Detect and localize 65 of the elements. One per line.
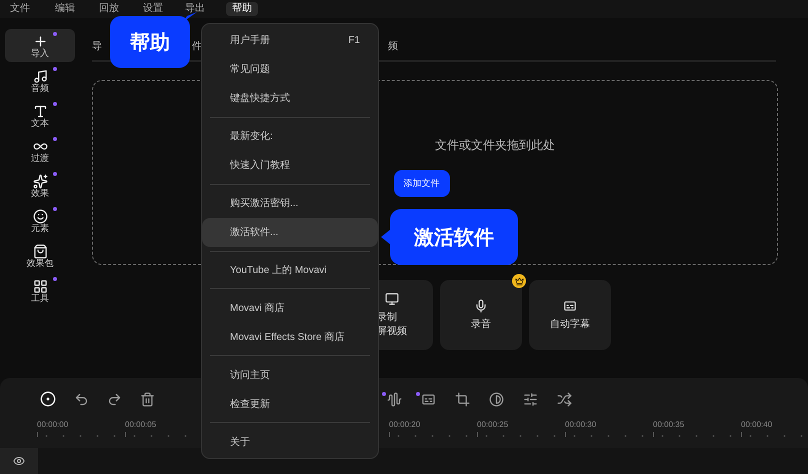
sidebar-label: 工具 [31,294,49,302]
time-label: 00:00:35 [653,420,686,429]
add-files-button[interactable]: 添加文件 [394,170,450,197]
sidebar-item[interactable]: 元素 [5,204,75,237]
action-card[interactable]: 自动字幕 [529,280,611,350]
sidebar-label: 效果 [31,188,49,198]
menu-option[interactable]: 访问主页 [202,360,378,390]
menu-option[interactable]: 关于 [202,427,378,456]
sidebar-label: 文本 [31,118,49,128]
callout-pointer [183,12,197,22]
sidebar-label: 音频 [31,84,49,92]
menu-option[interactable]: 检查更新 [202,389,378,418]
menu-option[interactable]: 键盘快捷方式 [202,84,378,113]
menu-item[interactable]: 文件 [4,2,36,16]
sparkle-icon [32,174,48,188]
time-label: 00:00:00 [37,420,70,429]
time-label: 00:00:30 [565,420,598,429]
record-icon[interactable] [38,389,58,409]
sidebar-label: 过渡 [31,154,49,162]
time-label: 00:00:40 [741,420,774,429]
menu-option[interactable]: 购买激活密钥... [202,188,378,218]
sidebar-item[interactable]: 过渡 [5,134,75,167]
sidebar-item[interactable]: 导入 [5,29,75,62]
menu-option[interactable]: 激活软件... [202,218,378,246]
tab[interactable]: 导 [92,39,102,53]
menu-option[interactable]: 最新变化: [202,122,378,151]
menu-item[interactable]: 编辑 [49,2,81,16]
callout-label: 帮助 [110,16,190,68]
sidebar-item[interactable]: 效果 [5,169,75,202]
bag-icon [32,244,48,258]
time-label: 00:00:25 [477,420,510,429]
crown-badge-icon [512,274,526,288]
sidebar-item[interactable]: 工具 [5,274,75,307]
menu-item[interactable]: 设置 [137,2,169,16]
menu-option[interactable]: 快速入门教程 [202,150,378,180]
grid-icon [32,278,48,294]
action-card[interactable]: 录音 [440,280,522,350]
plus-icon [32,34,48,48]
time-label: 00:00:20 [389,420,422,429]
smiley-icon [32,208,48,224]
eye-icon[interactable] [0,448,38,474]
text-icon [32,104,48,118]
microphone-icon [474,298,488,312]
sidebar-item[interactable]: 文本 [5,99,75,132]
tab[interactable]: 件 [192,39,202,53]
sidebar-label: 导入 [31,48,49,58]
music-note-icon [32,68,48,84]
card-label: 录音 [471,318,491,332]
monitor-icon [385,292,399,306]
callout-pointer [381,229,391,245]
captions-icon [563,298,577,312]
sidebar-item[interactable]: 效果包 [5,239,75,272]
time-label: 00:00:05 [125,420,158,429]
menu-item[interactable]: 帮助 [226,2,258,16]
callout-label: 激活软件 [390,209,518,265]
sidebar-label: 元素 [31,224,49,232]
card-label: 自动字幕 [550,318,590,332]
menu-option[interactable]: 用户手册 F1 [202,26,378,55]
tab[interactable]: 频 [388,39,398,53]
sidebar-label: 效果包 [26,258,54,268]
sidebar-item[interactable]: 音频 [5,64,75,97]
menu-item[interactable]: 导出 [179,2,211,16]
menu-item[interactable]: 回放 [93,2,125,16]
shortcut-label: F1 [348,34,360,46]
drop-hint: 文件或文件夹拖到此处 [435,137,555,154]
